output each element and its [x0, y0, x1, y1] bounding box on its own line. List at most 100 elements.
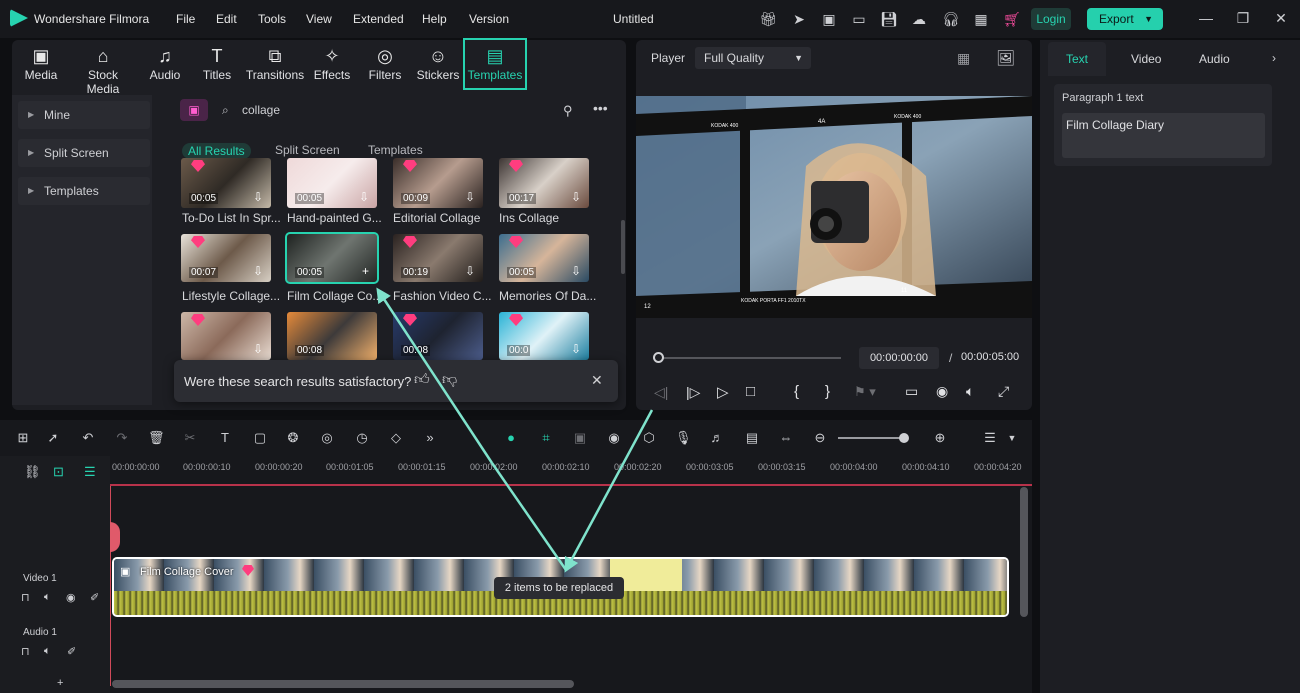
- zoom-slider[interactable]: [838, 437, 906, 439]
- template-thumbnail-selected[interactable]: 00:05 +: [285, 232, 379, 284]
- close-icon[interactable]: ✕: [591, 372, 603, 389]
- template-thumbnail[interactable]: 00:08: [287, 312, 377, 360]
- search-input[interactable]: ⌕ collage: [218, 99, 518, 121]
- volume-icon[interactable]: 🔈︎: [966, 383, 974, 400]
- download-icon[interactable]: ⇩: [253, 264, 263, 278]
- quality-select[interactable]: Full Quality ▼: [695, 47, 811, 69]
- category-audio[interactable]: ♫ Audio: [140, 44, 190, 88]
- template-thumbnail[interactable]: 00:05 ⇩: [287, 158, 377, 208]
- close-icon[interactable]: ✕: [1273, 10, 1289, 26]
- redo-icon[interactable]: ↷: [114, 430, 130, 446]
- category-media[interactable]: ▣ Media: [12, 44, 70, 88]
- cloud-upload-icon[interactable]: ☁: [910, 10, 928, 28]
- export-button[interactable]: Export ▼: [1087, 8, 1163, 30]
- apps-grid-icon[interactable]: ▦: [972, 10, 990, 28]
- template-thumbnail[interactable]: 00:07 ⇩: [181, 234, 271, 282]
- delete-icon[interactable]: 🗑︎: [148, 430, 165, 446]
- keyframe-icon[interactable]: ◇: [388, 430, 404, 446]
- tab-all-results[interactable]: All Results: [182, 143, 251, 159]
- volume-icon[interactable]: 🔈︎: [44, 591, 51, 604]
- render-preview-icon[interactable]: ▤: [744, 430, 760, 446]
- template-thumbnail[interactable]: 00:05 ⇩: [181, 158, 271, 208]
- snap-icon[interactable]: ⌗: [538, 430, 554, 446]
- media-scrollbar[interactable]: [621, 220, 625, 274]
- camera-icon[interactable]: ◉: [936, 383, 948, 400]
- tab-templates[interactable]: Templates: [368, 143, 423, 157]
- prev-frame-icon[interactable]: ◁|: [654, 384, 668, 401]
- chevron-down-icon[interactable]: ▼: [1004, 430, 1020, 446]
- menu-file[interactable]: File: [176, 12, 195, 26]
- download-icon[interactable]: ⇩: [465, 264, 475, 278]
- snapshot-image-icon[interactable]: 🖼︎: [996, 49, 1015, 67]
- audio-mixer-icon[interactable]: ♬: [709, 430, 725, 446]
- ai-assistant-icon[interactable]: ●: [503, 430, 519, 446]
- more-options-icon[interactable]: •••: [593, 100, 608, 116]
- tab-audio[interactable]: Audio: [1199, 52, 1230, 66]
- template-thumbnail[interactable]: ⇩: [181, 312, 271, 360]
- thumbs-up-icon[interactable]: 👍︎: [414, 371, 430, 389]
- lock-icon[interactable]: ⊓: [21, 591, 30, 604]
- play-icon[interactable]: ▷: [717, 383, 729, 401]
- zoom-in-icon[interactable]: ⊕: [932, 430, 948, 446]
- download-icon[interactable]: ⇩: [571, 190, 581, 204]
- speed-icon[interactable]: ◷: [354, 430, 370, 446]
- video-preview[interactable]: KODAK 400 4A KODAK 400 12 KODAK PORTA FF…: [636, 96, 1032, 318]
- more-tools-icon[interactable]: »: [422, 430, 438, 446]
- minimize-icon[interactable]: —: [1198, 10, 1214, 26]
- undo-icon[interactable]: ↶: [80, 430, 96, 446]
- category-titles[interactable]: T Titles: [194, 44, 240, 88]
- crop-icon[interactable]: ▢: [252, 430, 268, 446]
- sidebar-item-mine[interactable]: ▶ Mine: [18, 101, 150, 129]
- timeline-horizontal-scrollbar[interactable]: [112, 680, 574, 688]
- track-layout-icon[interactable]: ☰: [982, 430, 998, 446]
- volume-icon[interactable]: 🔈︎: [44, 645, 51, 658]
- media-icon[interactable]: ▣: [820, 10, 838, 28]
- download-icon[interactable]: ⇩: [571, 264, 581, 278]
- display-icon[interactable]: ▭: [905, 383, 918, 400]
- category-transitions[interactable]: ⧉ Transitions: [244, 44, 306, 88]
- send-icon[interactable]: ➤: [790, 10, 808, 28]
- download-icon[interactable]: ⇩: [253, 342, 263, 356]
- select-tool-icon[interactable]: ➚: [45, 430, 61, 446]
- template-thumbnail[interactable]: 00:08: [393, 312, 483, 360]
- restore-icon[interactable]: ❐: [1235, 10, 1251, 26]
- motion-track-icon[interactable]: ◉: [606, 430, 622, 446]
- magic-wand-icon[interactable]: ✐: [67, 645, 76, 658]
- grid-view-icon[interactable]: ▦: [957, 50, 970, 67]
- text-tool-icon[interactable]: T: [217, 430, 233, 446]
- category-stickers[interactable]: ☺ Stickers: [414, 44, 462, 88]
- template-thumbnail[interactable]: 00:19 ⇩: [393, 234, 483, 282]
- fullscreen-icon[interactable]: ⤢: [998, 383, 1009, 400]
- menu-extended[interactable]: Extended: [353, 12, 404, 26]
- color-icon[interactable]: ❂: [285, 430, 301, 446]
- sidebar-item-templates[interactable]: ▶ Templates: [18, 177, 150, 205]
- template-thumbnail[interactable]: 00:09 ⇩: [393, 158, 483, 208]
- playhead-line[interactable]: [110, 486, 111, 686]
- ai-tools-icon[interactable]: ◎: [319, 430, 335, 446]
- filter-icon[interactable]: ⚲: [563, 103, 573, 119]
- mark-in-icon[interactable]: {: [794, 383, 799, 400]
- chevron-down-icon[interactable]: ▼: [1144, 8, 1153, 30]
- eye-icon[interactable]: ◉: [66, 591, 76, 604]
- tab-text[interactable]: Text: [1066, 52, 1088, 66]
- category-stock-media[interactable]: ⌂ Stock Media: [70, 44, 136, 96]
- scrubber-handle[interactable]: [653, 352, 664, 363]
- chevron-right-icon[interactable]: ›: [1272, 51, 1276, 65]
- layout-grid-icon[interactable]: ⊞: [15, 430, 31, 446]
- unlink-icon[interactable]: ⛓: [24, 464, 41, 480]
- zoom-out-icon[interactable]: ⊖: [812, 430, 828, 446]
- category-effects[interactable]: ✧ Effects: [309, 44, 355, 88]
- login-button[interactable]: Login: [1031, 8, 1071, 30]
- playhead-scrubber[interactable]: [653, 357, 841, 359]
- category-filters[interactable]: ◎ Filters: [362, 44, 408, 88]
- magic-wand-icon[interactable]: ✐: [90, 591, 99, 604]
- menu-view[interactable]: View: [306, 12, 332, 26]
- template-thumbnail[interactable]: 00:05 ⇩: [499, 234, 589, 282]
- cart-icon[interactable]: 🛒︎: [1003, 10, 1021, 28]
- template-thumbnail[interactable]: 00:17 ⇩: [499, 158, 589, 208]
- headset-icon[interactable]: 🎧︎: [942, 10, 960, 28]
- link-icon[interactable]: ⊡: [53, 464, 64, 480]
- paragraph-text-field[interactable]: Film Collage Diary: [1062, 113, 1265, 158]
- marker-icon[interactable]: ⚑ ▾: [854, 384, 876, 400]
- fit-timeline-icon[interactable]: ⇔: [778, 430, 794, 446]
